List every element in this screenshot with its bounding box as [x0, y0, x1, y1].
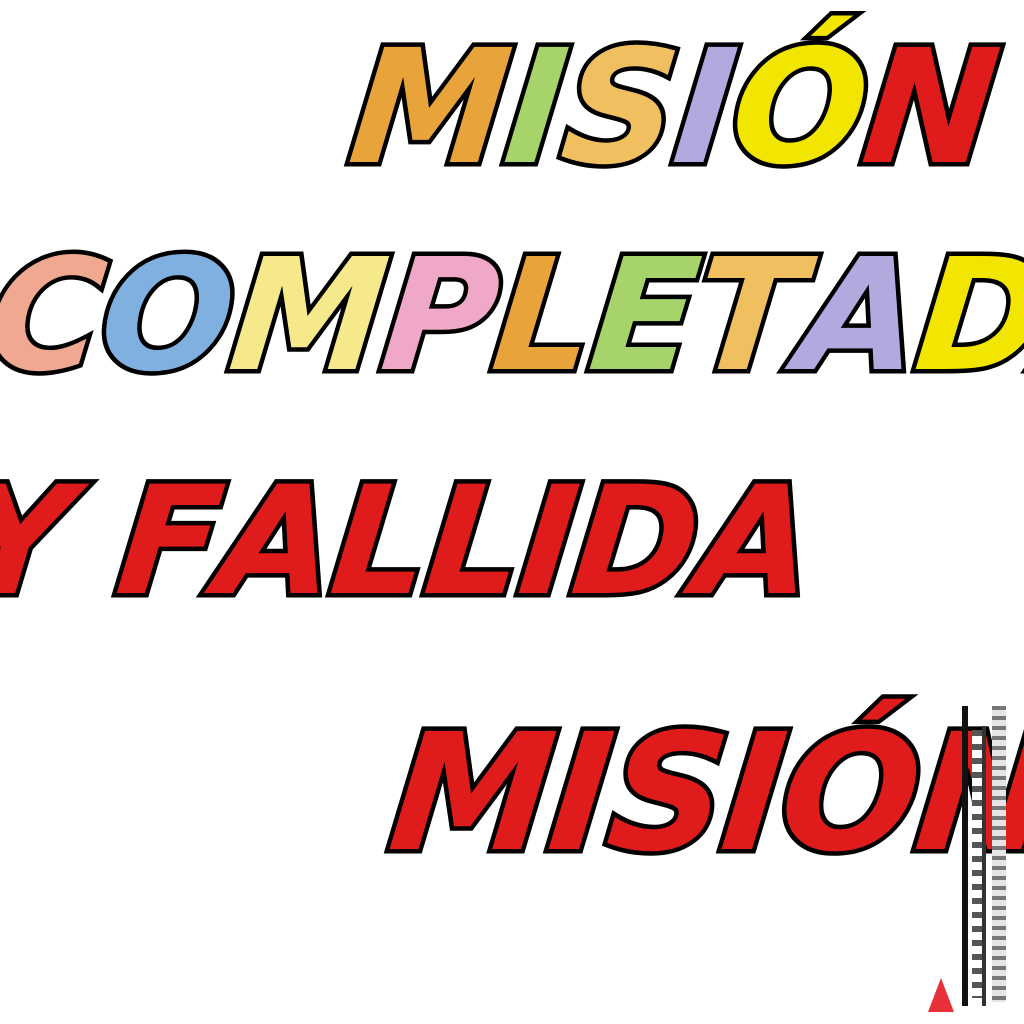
ruler-fine-ticks: [992, 706, 1006, 1002]
title-letter: M: [218, 221, 398, 411]
title-line-mision-c: MISIÓN C: [338, 12, 1024, 205]
title-letter: L: [413, 451, 534, 634]
title-letter: A: [683, 451, 824, 634]
ruler-edge: [962, 706, 968, 1006]
title-letter: L: [320, 451, 441, 634]
title-letter: M: [338, 12, 522, 205]
title-line-completada: COMPLETADA: [0, 221, 1024, 411]
title-letter: M: [378, 696, 566, 893]
title-letter: P: [370, 221, 510, 411]
title-letter: O: [88, 221, 246, 411]
title-letter: A: [786, 221, 932, 411]
title-line-mision-red: MISIÓN: [378, 696, 1024, 893]
title-letter: Ó: [718, 12, 879, 205]
title-letter: N: [851, 12, 1010, 205]
title-letter: S: [595, 696, 738, 893]
title-letter: A: [206, 451, 347, 634]
title-letter: D: [904, 221, 1024, 411]
red-triangle-marker-icon: [928, 978, 954, 1012]
ruler-inner-edge: [982, 726, 986, 1006]
title-letter: F: [105, 451, 233, 634]
title-letter: E: [578, 221, 710, 411]
title-letter: T: [682, 221, 814, 411]
title-letter: S: [550, 12, 690, 205]
title-letter: D: [561, 451, 711, 634]
title-line-y-fallida: Y FALLIDA: [0, 451, 825, 634]
title-letter: Ó: [768, 696, 932, 893]
ruler-gauge: [962, 706, 1018, 1006]
